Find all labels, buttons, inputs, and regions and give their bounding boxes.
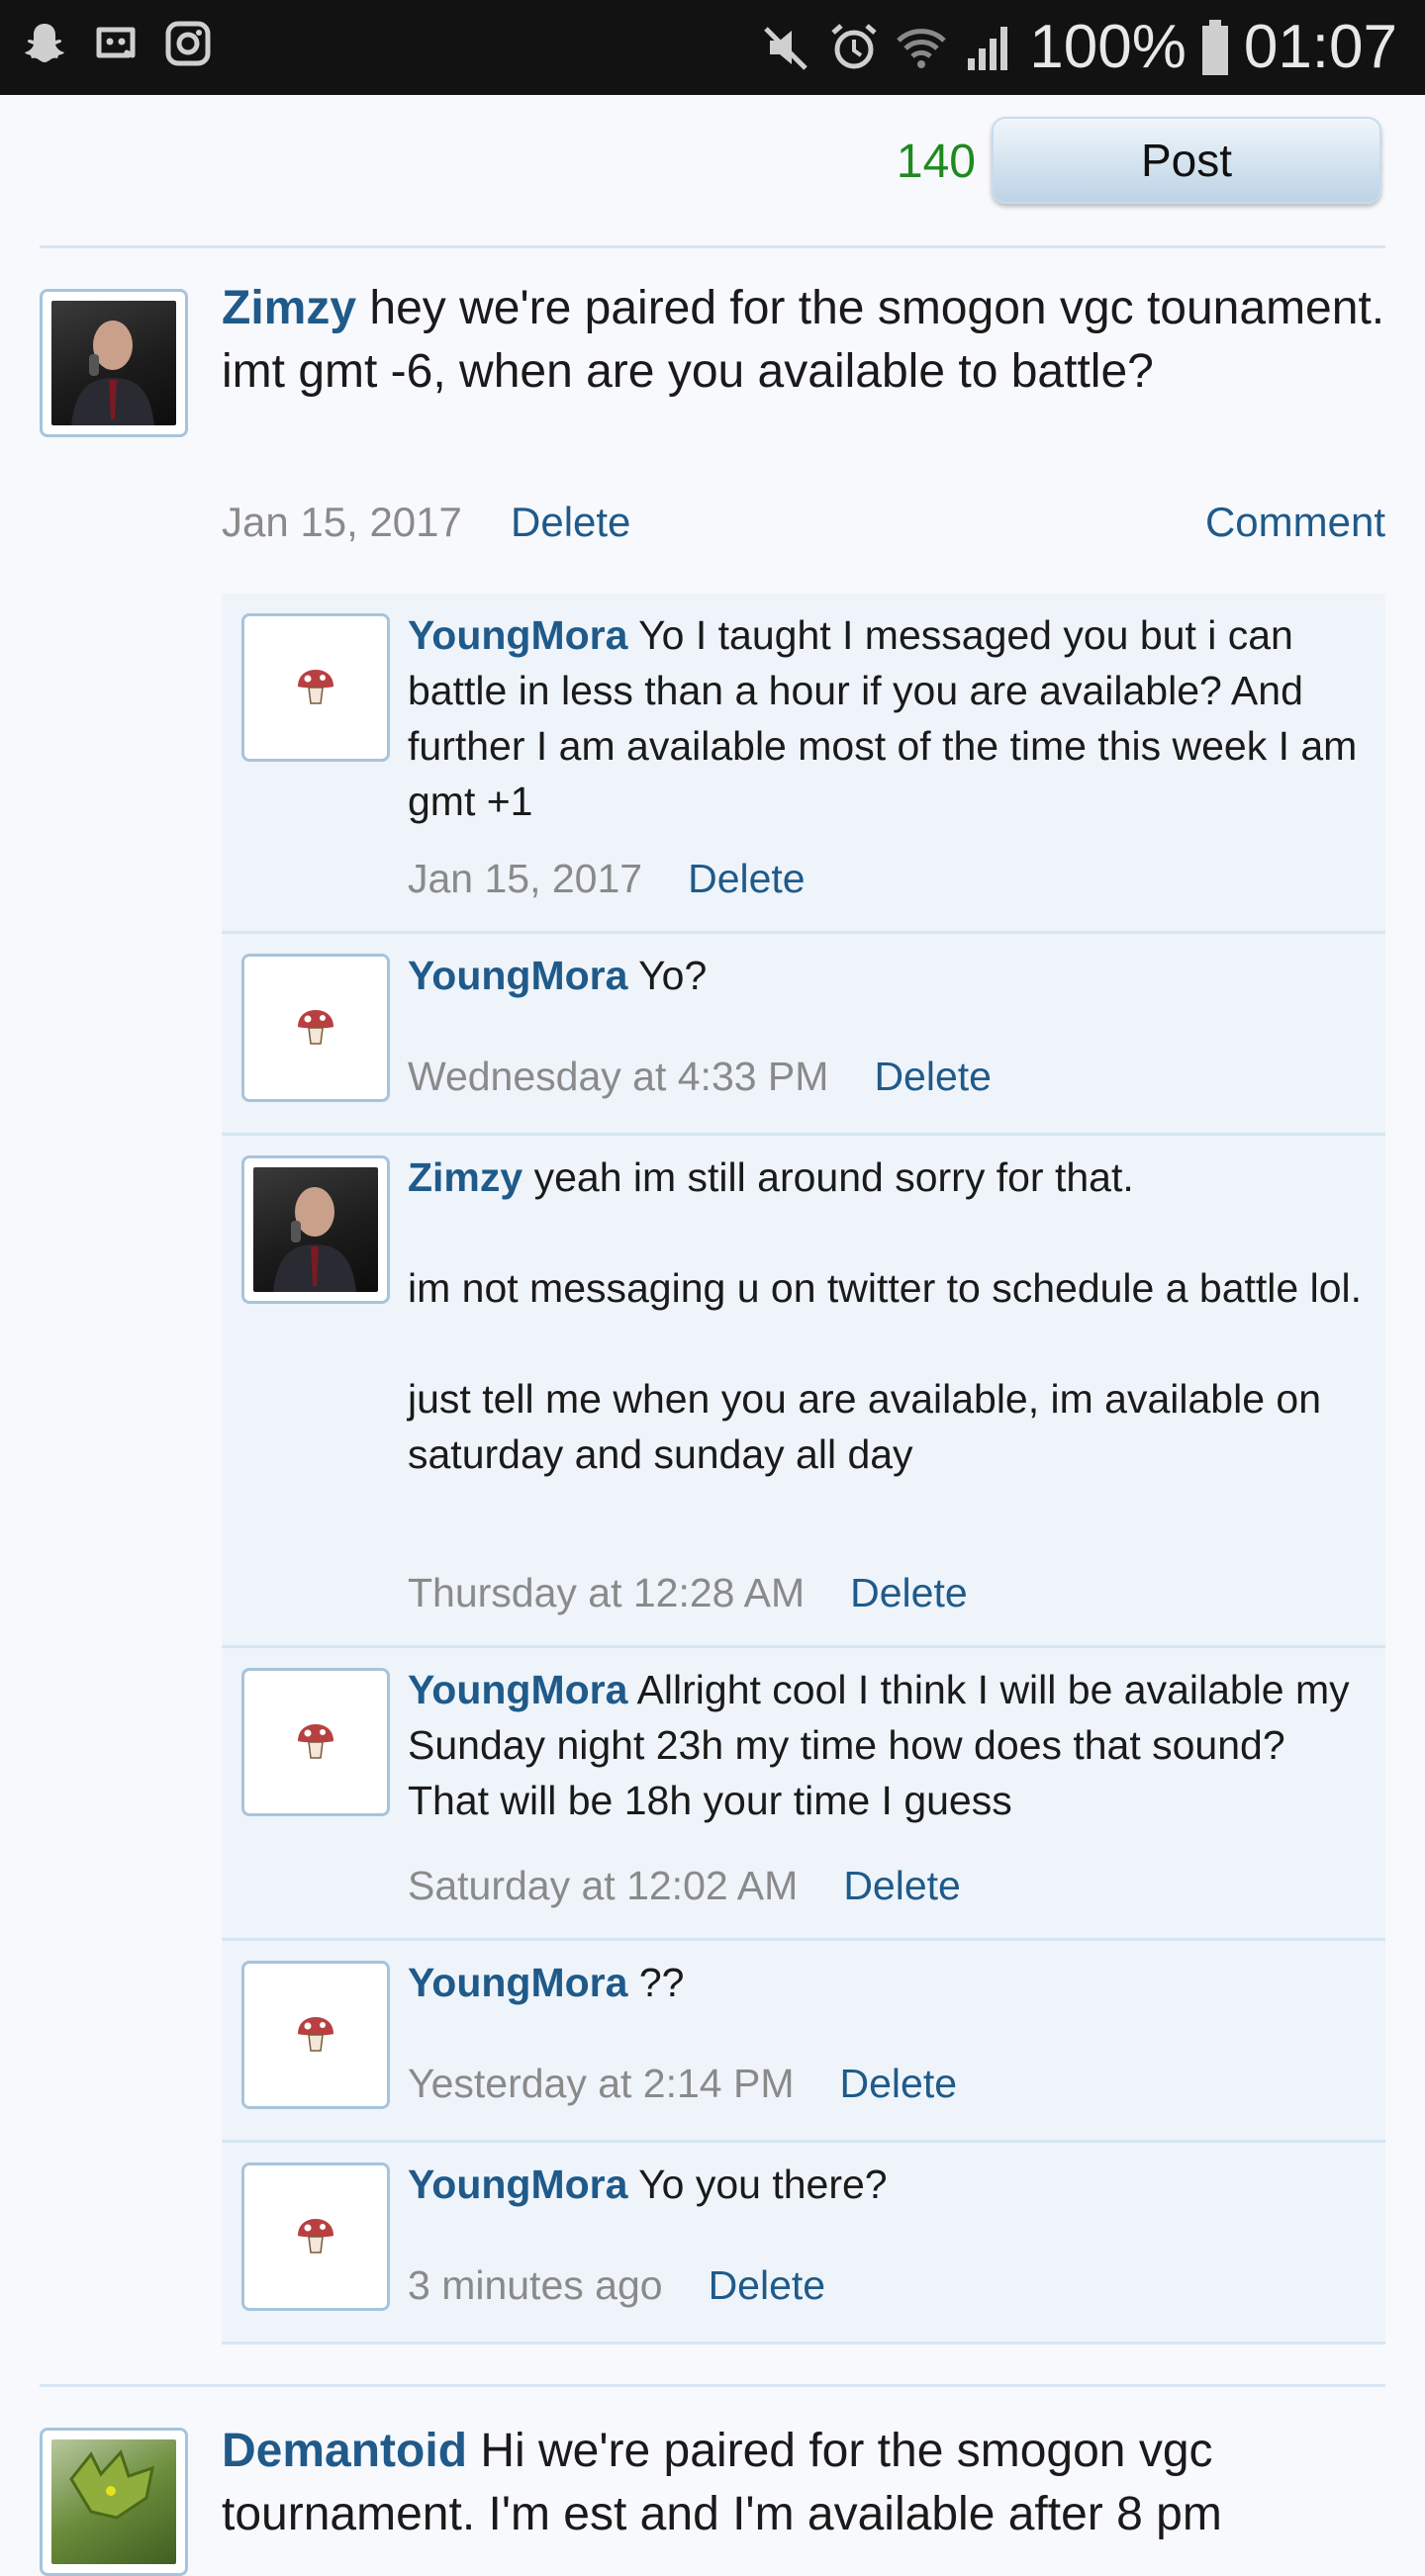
battery-icon xyxy=(1201,20,1228,75)
person-silhouette-icon xyxy=(71,321,154,425)
instagram-icon xyxy=(165,21,211,66)
comment-date[interactable]: Yesterday at 2:14 PM xyxy=(408,2061,795,2106)
system-indicators: 100% 01:07 xyxy=(760,10,1397,85)
avatar[interactable] xyxy=(241,613,390,762)
comment-item: YoungMora Allright cool I think I will b… xyxy=(222,1648,1385,1941)
avatar[interactable] xyxy=(40,2428,188,2576)
comment-meta: Thursday at 12:28 AM Delete xyxy=(408,1565,968,1620)
divider xyxy=(40,245,1385,248)
post-body: Zimzy hey we're paired for the smogon vg… xyxy=(222,277,1389,404)
wifi-icon xyxy=(897,29,947,68)
comment-meta: 3 minutes ago Delete xyxy=(408,2257,825,2313)
comment-author-link[interactable]: YoungMora xyxy=(408,953,627,998)
avatar[interactable] xyxy=(40,289,188,437)
comment-author-link[interactable]: Zimzy xyxy=(408,1154,522,1200)
comment-body: YoungMora Allright cool I think I will b… xyxy=(408,1662,1368,1828)
comment-date[interactable]: Wednesday at 4:33 PM xyxy=(408,1054,828,1099)
comment-author-link[interactable]: YoungMora xyxy=(408,1667,627,1712)
comment-item: YoungMora Yo? Wednesday at 4:33 PM Delete xyxy=(222,934,1385,1136)
comment-body: Zimzy yeah im still around sorry for tha… xyxy=(408,1150,1368,1482)
post-author-link[interactable]: Demantoid xyxy=(222,2425,467,2477)
avatar[interactable] xyxy=(241,1668,390,1816)
profile-photo xyxy=(51,2439,176,2564)
delete-link[interactable]: Delete xyxy=(840,2061,958,2106)
delete-link[interactable]: Delete xyxy=(850,1570,968,1615)
post-message: hey we're paired for the smogon vgc toun… xyxy=(222,282,1385,398)
alarm-icon xyxy=(831,24,877,69)
profile-photo xyxy=(51,301,176,425)
comment-body: YoungMora Yo I taught I messaged you but… xyxy=(408,607,1368,829)
avatar[interactable] xyxy=(241,954,390,1102)
divider xyxy=(40,2384,1385,2387)
comment-item: YoungMora Yo I taught I messaged you but… xyxy=(222,594,1385,934)
comment-message: yeah im still around sorry for that. im … xyxy=(408,1154,1363,1477)
delete-link[interactable]: Delete xyxy=(843,1863,961,1908)
comment-meta: Wednesday at 4:33 PM Delete xyxy=(408,1049,992,1104)
delete-link[interactable]: Delete xyxy=(511,495,630,550)
dragon-icon xyxy=(69,2449,154,2520)
discord-icon xyxy=(96,27,136,58)
comment-meta: Saturday at 12:02 AM Delete xyxy=(408,1858,961,1913)
comment-date[interactable]: Thursday at 12:28 AM xyxy=(408,1570,805,1615)
signal-icon xyxy=(968,27,1008,70)
comment-author-link[interactable]: YoungMora xyxy=(408,2162,627,2207)
clock: 01:07 xyxy=(1243,13,1397,81)
comment-message: Yo? xyxy=(627,953,708,998)
mushroom-icon xyxy=(298,1010,333,1045)
comment-date[interactable]: Jan 15, 2017 xyxy=(408,856,642,901)
comment-item: YoungMora Yo you there? 3 minutes ago Del… xyxy=(222,2143,1385,2345)
comment-date[interactable]: Saturday at 12:02 AM xyxy=(408,1863,798,1908)
post-author-link[interactable]: Zimzy xyxy=(222,282,356,334)
post-date[interactable]: Jan 15, 2017 xyxy=(222,495,462,550)
comment-body: YoungMora Yo? xyxy=(408,948,1368,1003)
comment-link[interactable]: Comment xyxy=(1205,495,1385,550)
mute-icon xyxy=(764,27,808,70)
comment-body: YoungMora ?? xyxy=(408,1955,1368,2010)
comment-author-link[interactable]: YoungMora xyxy=(408,612,627,658)
delete-link[interactable]: Delete xyxy=(688,856,806,901)
comment-item: Zimzy yeah im still around sorry for tha… xyxy=(222,1136,1385,1648)
battery-percent: 100% xyxy=(1029,13,1187,81)
notification-icons xyxy=(22,20,212,69)
mushroom-icon xyxy=(298,2017,333,2052)
comment-message: Yo you there? xyxy=(627,2162,888,2207)
delete-link[interactable]: Delete xyxy=(709,2262,826,2308)
mushroom-icon xyxy=(298,670,333,704)
mushroom-icon xyxy=(298,2219,333,2254)
comment-meta: Yesterday at 2:14 PM Delete xyxy=(408,2056,957,2111)
avatar[interactable] xyxy=(241,1961,390,2109)
comment-author-link[interactable]: YoungMora xyxy=(408,1960,627,2005)
post-button[interactable]: Post xyxy=(992,117,1381,204)
comment-item: YoungMora ?? Yesterday at 2:14 PM Delete xyxy=(222,1941,1385,2143)
mushroom-icon xyxy=(298,1724,333,1759)
character-counter: 140 xyxy=(896,136,976,188)
status-bar: 100% 01:07 xyxy=(0,0,1425,95)
person-silhouette-icon xyxy=(273,1187,356,1292)
comment-message: ?? xyxy=(627,1960,685,2005)
comment-date[interactable]: 3 minutes ago xyxy=(408,2262,663,2308)
comment-meta: Jan 15, 2017 Delete xyxy=(408,851,806,906)
comment-body: YoungMora Yo you there? xyxy=(408,2157,1368,2212)
profile-photo xyxy=(253,1167,378,1292)
avatar[interactable] xyxy=(241,2162,390,2311)
snapchat-icon xyxy=(25,24,64,62)
post-body: Demantoid Hi we're paired for the smogon… xyxy=(222,2420,1389,2546)
delete-link[interactable]: Delete xyxy=(874,1054,992,1099)
avatar[interactable] xyxy=(241,1155,390,1304)
